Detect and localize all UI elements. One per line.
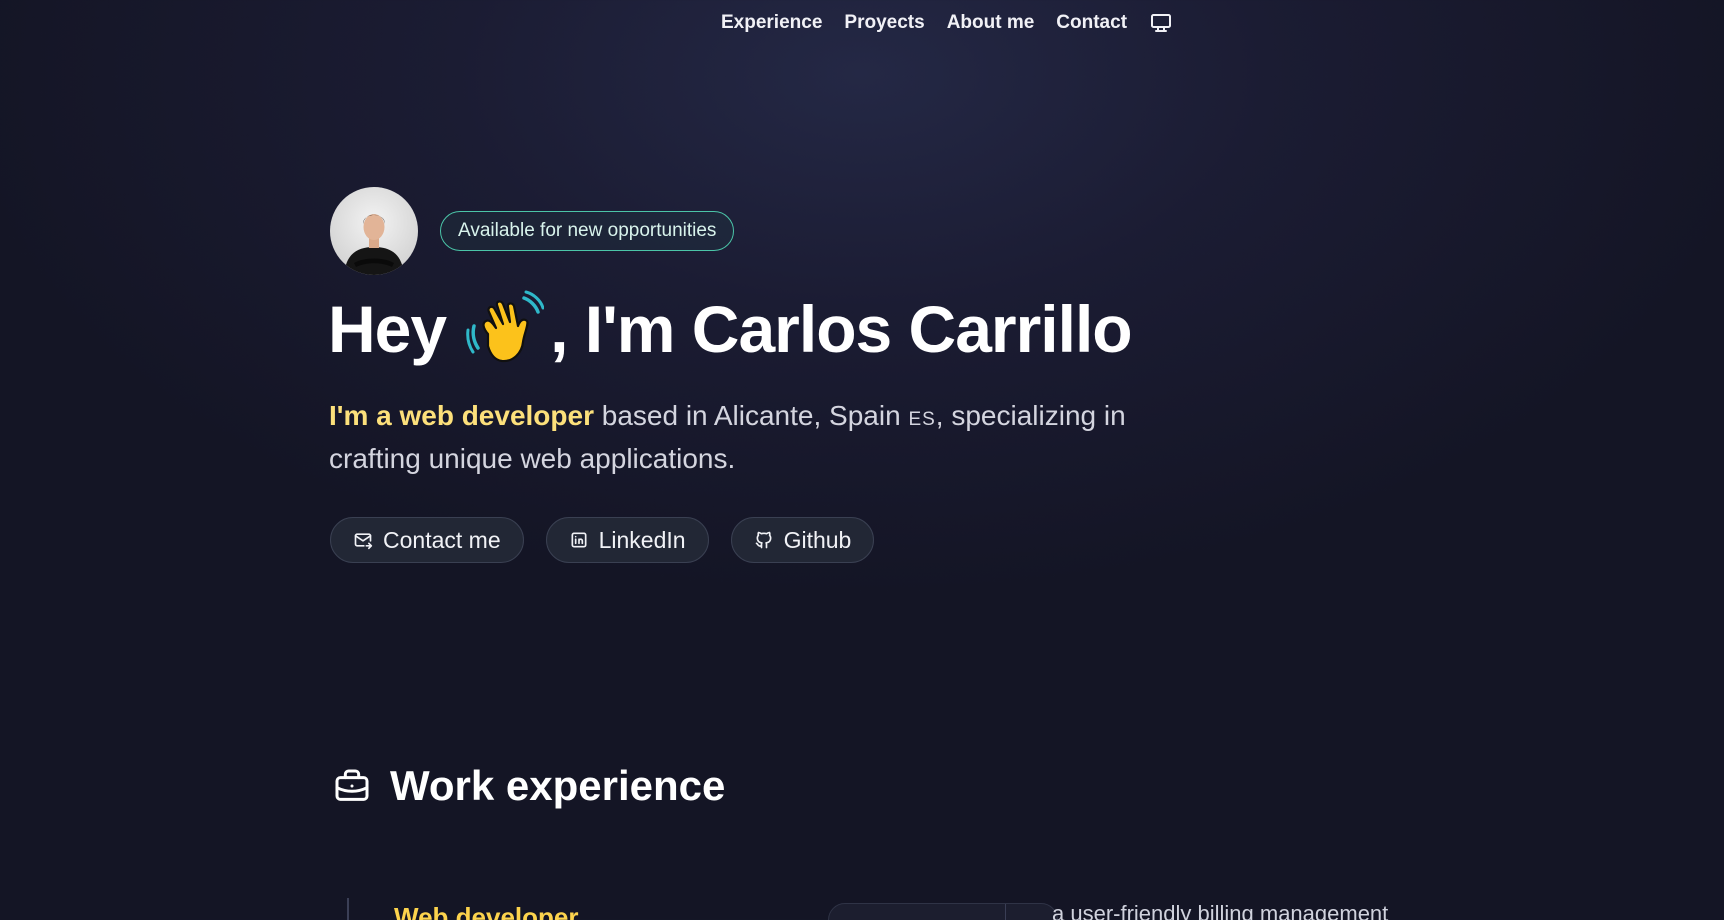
- monitor-icon[interactable]: [1149, 11, 1173, 35]
- partial-toolbar: [828, 903, 1058, 920]
- job-title: Web developer: [394, 902, 579, 920]
- job-description: a user-friendly billing management: [1052, 901, 1389, 920]
- avatar: [330, 187, 418, 275]
- nav-about-me[interactable]: About me: [947, 12, 1035, 34]
- availability-badge: Available for new opportunities: [440, 211, 735, 251]
- contact-me-button[interactable]: Contact me: [330, 517, 524, 563]
- intro-part-1: based in Alicante, Spain: [593, 400, 909, 431]
- briefcase-icon: [335, 769, 369, 801]
- github-button[interactable]: Github: [730, 517, 875, 563]
- waving-hand-icon: [466, 290, 545, 368]
- github-icon: [755, 531, 772, 549]
- spain-flag: ES: [908, 409, 936, 430]
- contact-me-label: Contact me: [383, 526, 501, 553]
- mail-icon: [354, 533, 373, 550]
- timeline-line: [347, 898, 349, 920]
- hero-title-greeting: Hey: [328, 292, 447, 366]
- github-label: Github: [783, 526, 852, 553]
- hero-buttons: Contact me LinkedIn Github: [330, 517, 875, 563]
- intro-highlight: I'm a web developer: [329, 400, 594, 431]
- top-nav: Experience Proyects About me Contact: [721, 11, 1173, 35]
- hero-title-name: , I'm Carlos Carrillo: [550, 292, 1133, 366]
- intro-text: I'm a web developer based in Alicante, S…: [329, 396, 1129, 478]
- nav-contact[interactable]: Contact: [1056, 12, 1127, 34]
- linkedin-label: LinkedIn: [598, 526, 686, 553]
- nav-experience[interactable]: Experience: [721, 12, 822, 34]
- linkedin-icon: [571, 532, 587, 548]
- linkedin-button[interactable]: LinkedIn: [545, 517, 709, 563]
- hero-title: Hey , I'm Carlos Carrillo: [328, 290, 1133, 368]
- work-experience-title: Work experience: [390, 762, 726, 809]
- nav-proyects[interactable]: Proyects: [844, 12, 924, 34]
- work-experience-heading: Work experience: [332, 762, 725, 810]
